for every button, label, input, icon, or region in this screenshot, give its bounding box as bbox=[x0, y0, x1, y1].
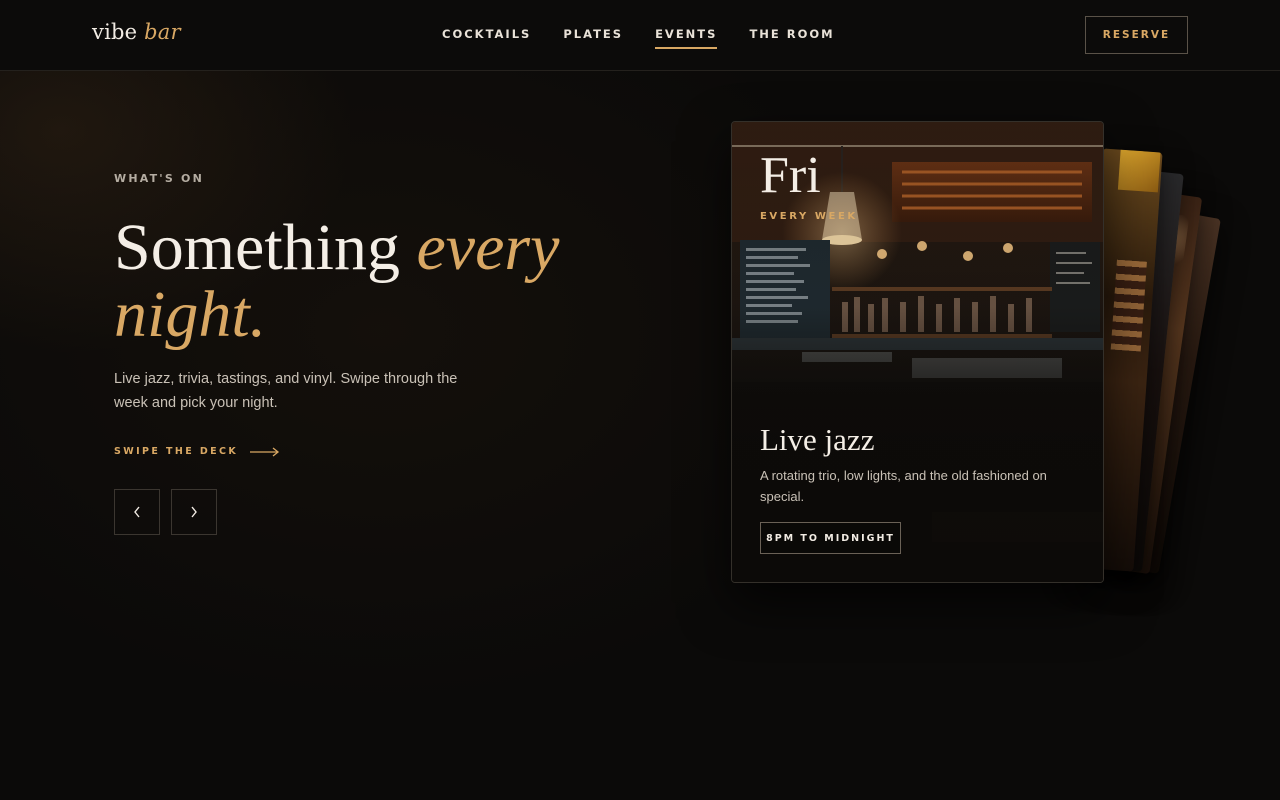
event-frequency: EVERY WEEK bbox=[760, 211, 858, 222]
event-time-badge: 8PM TO MIDNIGHT bbox=[760, 522, 901, 554]
event-day: Fri bbox=[760, 147, 821, 204]
event-title: Live jazz bbox=[760, 422, 875, 457]
section-eyebrow: WHAT'S ON bbox=[114, 172, 204, 185]
nav-cocktails[interactable]: COCKTAILS bbox=[442, 27, 531, 49]
hero-description: Live jazz, trivia, tastings, and vinyl. … bbox=[114, 371, 458, 411]
main-nav: COCKTAILS PLATES EVENTS THE ROOM bbox=[442, 27, 835, 49]
prev-button[interactable] bbox=[114, 489, 160, 535]
logo-accent: bar bbox=[144, 20, 181, 44]
deck-card-back[interactable] bbox=[1107, 210, 1221, 574]
logo-name: vibe bbox=[92, 20, 138, 44]
nav-the-room[interactable]: THE ROOM bbox=[749, 27, 834, 49]
nav-events[interactable]: EVENTS bbox=[655, 27, 718, 49]
event-card[interactable]: Fri EVERY WEEK Live jazz A rotating trio… bbox=[731, 121, 1104, 583]
next-button[interactable] bbox=[171, 489, 217, 535]
arrow-right-icon bbox=[250, 446, 280, 457]
reserve-button[interactable]: RESERVE bbox=[1085, 16, 1188, 54]
site-header: vibe bar COCKTAILS PLATES EVENTS THE ROO… bbox=[0, 0, 1280, 71]
page-title: Something every night. bbox=[114, 214, 594, 348]
swipe-deck-link[interactable]: SWIPE THE DECK bbox=[114, 446, 280, 457]
deck-card-back[interactable] bbox=[1093, 189, 1203, 575]
event-description: A rotating trio, low lights, and the old… bbox=[760, 468, 1047, 504]
chevron-left-icon bbox=[134, 506, 140, 518]
chevron-right-icon bbox=[191, 506, 197, 518]
logo[interactable]: vibe bar bbox=[92, 20, 181, 44]
swipe-deck-label: SWIPE THE DECK bbox=[114, 446, 239, 457]
nav-plates[interactable]: PLATES bbox=[563, 27, 623, 49]
headline-plain: Something bbox=[114, 211, 401, 284]
